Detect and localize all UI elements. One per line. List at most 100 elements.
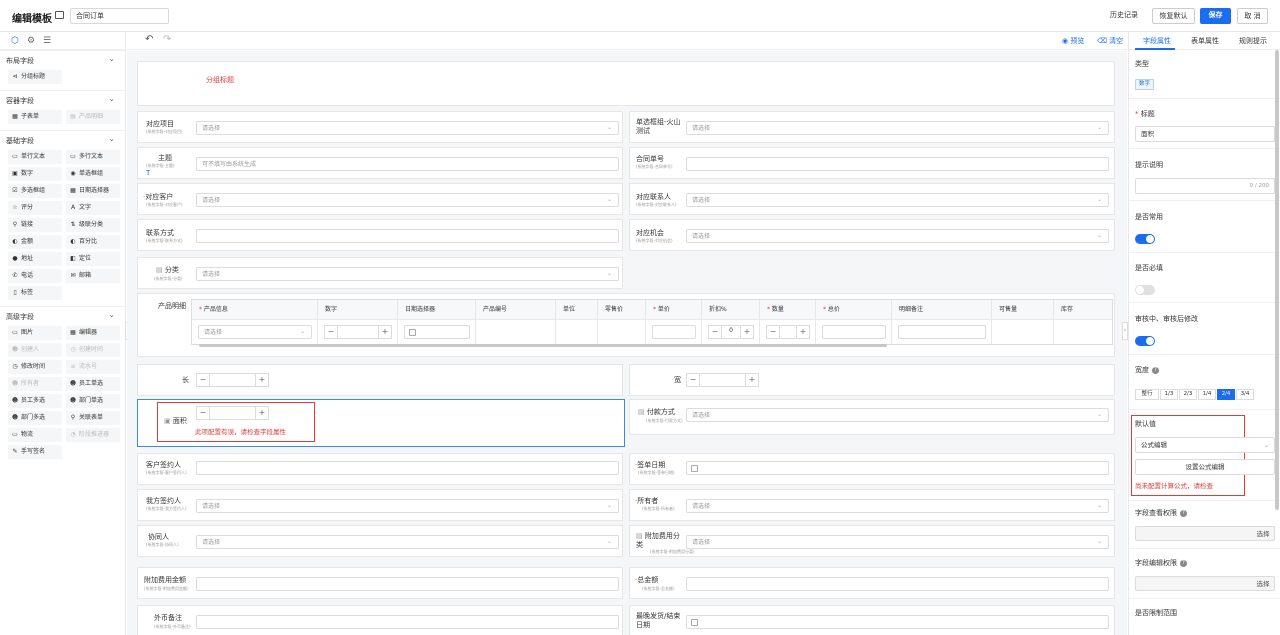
- undo-icon[interactable]: ↶: [145, 34, 153, 45]
- subject-input[interactable]: 可不填写由系统生成: [196, 157, 619, 171]
- width-option[interactable]: 1/4: [1198, 389, 1216, 400]
- component-item[interactable]: ◷ 修改时间: [8, 360, 62, 374]
- component-item[interactable]: ☻ 部门单选: [66, 394, 120, 408]
- latest-date-picker[interactable]: [686, 615, 1109, 629]
- field-extra-fee-amount[interactable]: 附加费用金额 (系统字段-附加费用金额): [137, 567, 623, 599]
- component-item[interactable]: ▭ 单行文本: [8, 150, 62, 164]
- component-item[interactable]: ☻ 所有者: [8, 377, 62, 391]
- width-stepper[interactable]: − +: [686, 373, 759, 387]
- cancel-button[interactable]: 取 消: [1237, 8, 1268, 24]
- width-option[interactable]: 整行: [1135, 389, 1159, 400]
- component-item[interactable]: ⇅ 级联分类: [66, 218, 120, 232]
- contact-select[interactable]: 请选择 ⌄: [686, 193, 1109, 207]
- title-input[interactable]: 面积: [1135, 126, 1275, 142]
- field-contact[interactable]: 对应联系人 (系统字段-对应联系人) 请选择 ⌄: [629, 183, 1115, 215]
- component-item[interactable]: ◐ 金额: [8, 235, 62, 249]
- components-tab-icon[interactable]: ⬡: [10, 36, 20, 46]
- width-option[interactable]: 2/4: [1217, 389, 1235, 400]
- page-scrollbar[interactable]: [1275, 50, 1279, 510]
- extra-fee-amount-input[interactable]: [196, 577, 619, 591]
- collaborator-select[interactable]: 请选择 ⌄: [196, 535, 619, 549]
- component-item[interactable]: ☻ 创建人: [8, 343, 62, 357]
- default-mode-select[interactable]: 公式编辑 ⌄: [1135, 437, 1275, 453]
- table-stepper[interactable]: − +: [324, 325, 392, 339]
- field-owner[interactable]: ·所有者 (系统字段-所有者) 请选择 ⌄: [629, 489, 1115, 521]
- component-item[interactable]: ☆ 评分: [8, 201, 62, 215]
- table-scrollbar[interactable]: [199, 344, 887, 347]
- opportunity-select[interactable]: 请选择 ⌄: [686, 229, 1109, 243]
- component-item[interactable]: ◧ 定位: [66, 252, 120, 266]
- approval-toggle[interactable]: [1135, 336, 1155, 346]
- field-subject[interactable]: 主题 (系统字段-主题) T 可不填写由系统生成: [137, 147, 623, 179]
- redo-icon[interactable]: ↷: [163, 34, 171, 45]
- section-header[interactable]: 布局字段 ⌄: [0, 50, 125, 67]
- tab-form-props[interactable]: 表单属性: [1191, 36, 1219, 46]
- table-input[interactable]: [898, 325, 986, 339]
- width-option[interactable]: 3/4: [1236, 389, 1254, 400]
- required-toggle[interactable]: [1135, 285, 1155, 295]
- component-item[interactable]: ≡ 流水号: [66, 360, 120, 374]
- minus-icon[interactable]: −: [687, 374, 700, 386]
- common-toggle[interactable]: [1135, 234, 1155, 244]
- field-fx-note[interactable]: 外币备注 (系统字段-外币备注): [137, 605, 623, 635]
- component-item[interactable]: ☻ 员工多选: [8, 394, 62, 408]
- component-item[interactable]: ◉ 单选框组: [66, 167, 120, 181]
- component-item[interactable]: ✆ 电话: [8, 269, 62, 283]
- field-length[interactable]: 长 − +: [137, 364, 623, 396]
- table-input[interactable]: [652, 325, 696, 339]
- field-width[interactable]: 宽 − +: [629, 364, 1115, 396]
- component-item[interactable]: ▦ 子表单: [8, 110, 62, 124]
- component-item[interactable]: ▯ 标签: [8, 286, 62, 300]
- field-customer[interactable]: ·对应客户 (系统字段-对应客户) 请选择 ⌄: [137, 183, 623, 215]
- customer-select[interactable]: 请选择 ⌄: [196, 193, 619, 207]
- component-item[interactable]: ▣ 数字: [8, 167, 62, 181]
- group-title-card[interactable]: 分组标题: [137, 61, 1115, 106]
- date-picker[interactable]: [404, 325, 470, 339]
- component-item[interactable]: ⚲ 关联表单: [66, 411, 120, 425]
- formula-button[interactable]: 设置公式编辑: [1135, 459, 1275, 475]
- component-item[interactable]: ● 地址: [8, 252, 62, 266]
- component-item[interactable]: ▭ 物流: [8, 428, 62, 442]
- component-item[interactable]: ✉ 邮箱: [66, 269, 120, 283]
- component-item[interactable]: ◷ 创建时间: [66, 343, 120, 357]
- field-related-project[interactable]: 对应项目 (系统字段-对应项目) 请选择 ⌄: [137, 111, 623, 143]
- our-signer-select[interactable]: 请选择 ⌄: [196, 499, 619, 513]
- field-opportunity[interactable]: 对应机会 (系统字段-对应机会) 请选择 ⌄: [629, 219, 1115, 251]
- category-select[interactable]: 请选择 ⌄: [196, 267, 619, 281]
- width-option[interactable]: 1/3: [1160, 389, 1178, 400]
- extra-fee-cat-select[interactable]: 请选择 ⌄: [686, 535, 1109, 549]
- field-single-select[interactable]: 单选框组-火山测试 请选择 ⌄: [629, 111, 1115, 143]
- chevron-down-icon[interactable]: ⌄: [108, 54, 115, 63]
- tab-field-props[interactable]: 字段属性: [1143, 36, 1171, 46]
- component-item[interactable]: ▭ 多行文本: [66, 150, 120, 164]
- fx-note-input[interactable]: [196, 615, 619, 629]
- plus-icon[interactable]: +: [255, 374, 268, 386]
- restore-default-button[interactable]: 恢复默认: [1152, 8, 1195, 24]
- field-our-signer[interactable]: 我方签约人 (系统字段-我方签约人) 请选择 ⌄: [137, 489, 623, 521]
- single-select[interactable]: 请选择 ⌄: [686, 121, 1109, 135]
- minus-icon[interactable]: −: [767, 326, 780, 338]
- save-button[interactable]: 保存: [1200, 8, 1231, 24]
- contract-no-input[interactable]: [686, 157, 1109, 171]
- component-item[interactable]: A 文字: [66, 201, 120, 215]
- plus-icon[interactable]: +: [378, 326, 391, 338]
- plus-icon[interactable]: +: [745, 374, 758, 386]
- component-item[interactable]: ▦ 编辑器: [66, 326, 120, 340]
- chevron-down-icon[interactable]: ⌄: [108, 94, 115, 103]
- component-item[interactable]: ◔ 阶段推进器: [66, 428, 120, 442]
- field-pay-method[interactable]: ▤ 付款方式 (系统字段-付款方式) 请选择 ⌄: [629, 399, 1115, 435]
- edit-perm-select[interactable]: 选择: [1135, 576, 1275, 591]
- field-customer-signer[interactable]: 客户签约人 (系统字段-客户签约人): [137, 453, 623, 485]
- field-contract-no[interactable]: 合同单号 (系统字段-合同单号): [629, 147, 1115, 179]
- table-stepper[interactable]: − +0: [708, 325, 754, 339]
- component-item[interactable]: ⚲ 链接: [8, 218, 62, 232]
- section-header[interactable]: 容器字段 ⌄: [0, 90, 125, 107]
- component-item[interactable]: ☻ 部门多选: [8, 411, 62, 425]
- preview-button[interactable]: ◉ 预览: [1062, 36, 1084, 46]
- table-input[interactable]: [822, 325, 886, 339]
- chevron-down-icon[interactable]: ⌄: [108, 310, 115, 319]
- field-total[interactable]: ·总金额 (系统字段-总金额): [629, 567, 1115, 599]
- edit-name-icon[interactable]: [55, 11, 64, 19]
- component-item[interactable]: ☻ 员工单选: [66, 377, 120, 391]
- length-stepper[interactable]: − +: [196, 373, 269, 387]
